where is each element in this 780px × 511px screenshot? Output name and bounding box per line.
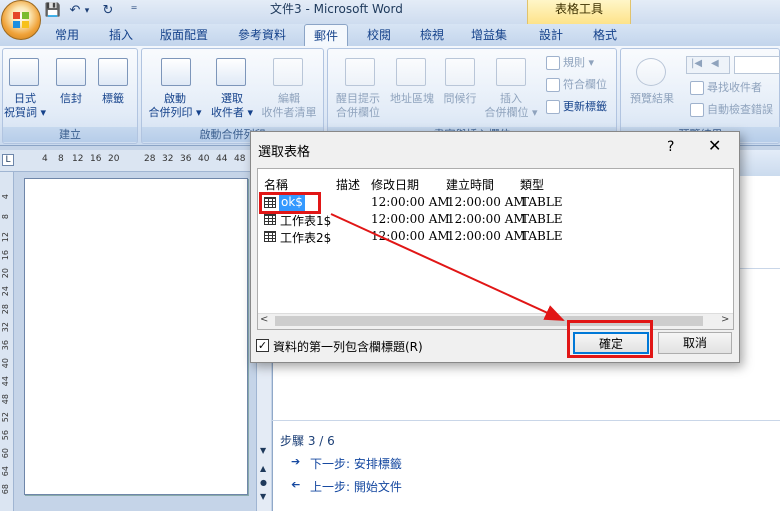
annotation-arrow-icon [330,213,565,321]
office-button[interactable] [1,0,41,40]
office-logo-icon [13,12,29,28]
annotation-arrow-layer [330,213,565,321]
